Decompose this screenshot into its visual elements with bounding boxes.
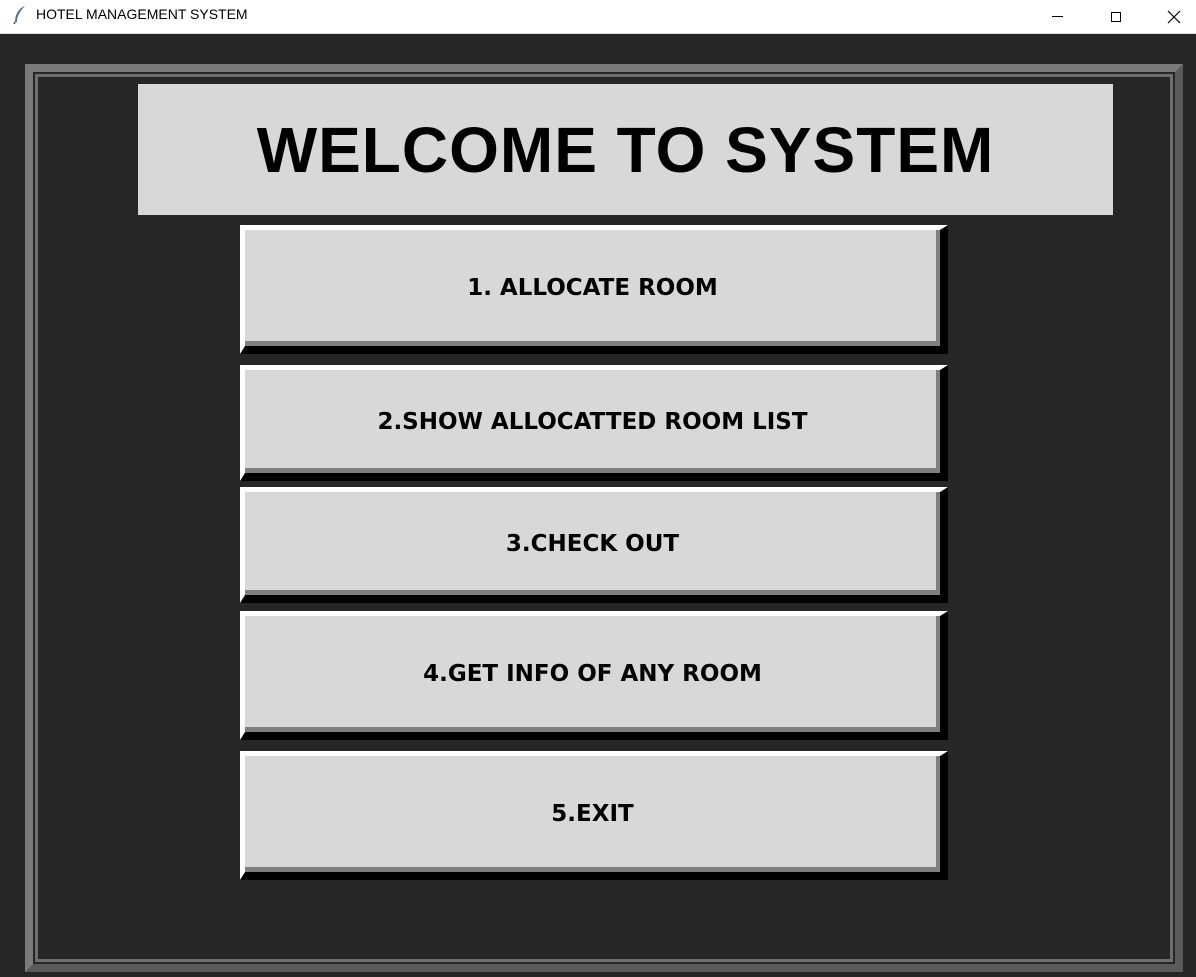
- title-bar: HOTEL MANAGEMENT SYSTEM: [0, 0, 1196, 34]
- welcome-banner: WELCOME TO SYSTEM: [138, 84, 1113, 215]
- minimize-icon: [1051, 16, 1063, 17]
- main-window: WELCOME TO SYSTEM 1. ALLOCATE ROOM 2.SHO…: [0, 34, 1196, 977]
- exit-label: 5.EXIT: [551, 801, 634, 827]
- close-icon: [1167, 10, 1181, 23]
- allocate-room-button[interactable]: 1. ALLOCATE ROOM: [240, 225, 948, 354]
- welcome-title: WELCOME TO SYSTEM: [256, 113, 995, 186]
- minimize-button[interactable]: [1034, 0, 1080, 33]
- get-room-info-button[interactable]: 4.GET INFO OF ANY ROOM: [240, 611, 948, 740]
- exit-button[interactable]: 5.EXIT: [240, 751, 948, 880]
- show-allocated-room-list-button[interactable]: 2.SHOW ALLOCATTED ROOM LIST: [240, 365, 948, 481]
- show-allocated-room-list-label: 2.SHOW ALLOCATTED ROOM LIST: [377, 408, 808, 435]
- window-title: HOTEL MANAGEMENT SYSTEM: [36, 6, 248, 22]
- maximize-button[interactable]: [1093, 0, 1139, 33]
- feather-icon: [13, 6, 25, 25]
- close-button[interactable]: [1151, 0, 1196, 33]
- get-room-info-label: 4.GET INFO OF ANY ROOM: [423, 661, 762, 687]
- check-out-button[interactable]: 3.CHECK OUT: [240, 487, 948, 603]
- check-out-label: 3.CHECK OUT: [505, 530, 680, 557]
- maximize-icon: [1111, 11, 1121, 22]
- allocate-room-label: 1. ALLOCATE ROOM: [467, 275, 718, 301]
